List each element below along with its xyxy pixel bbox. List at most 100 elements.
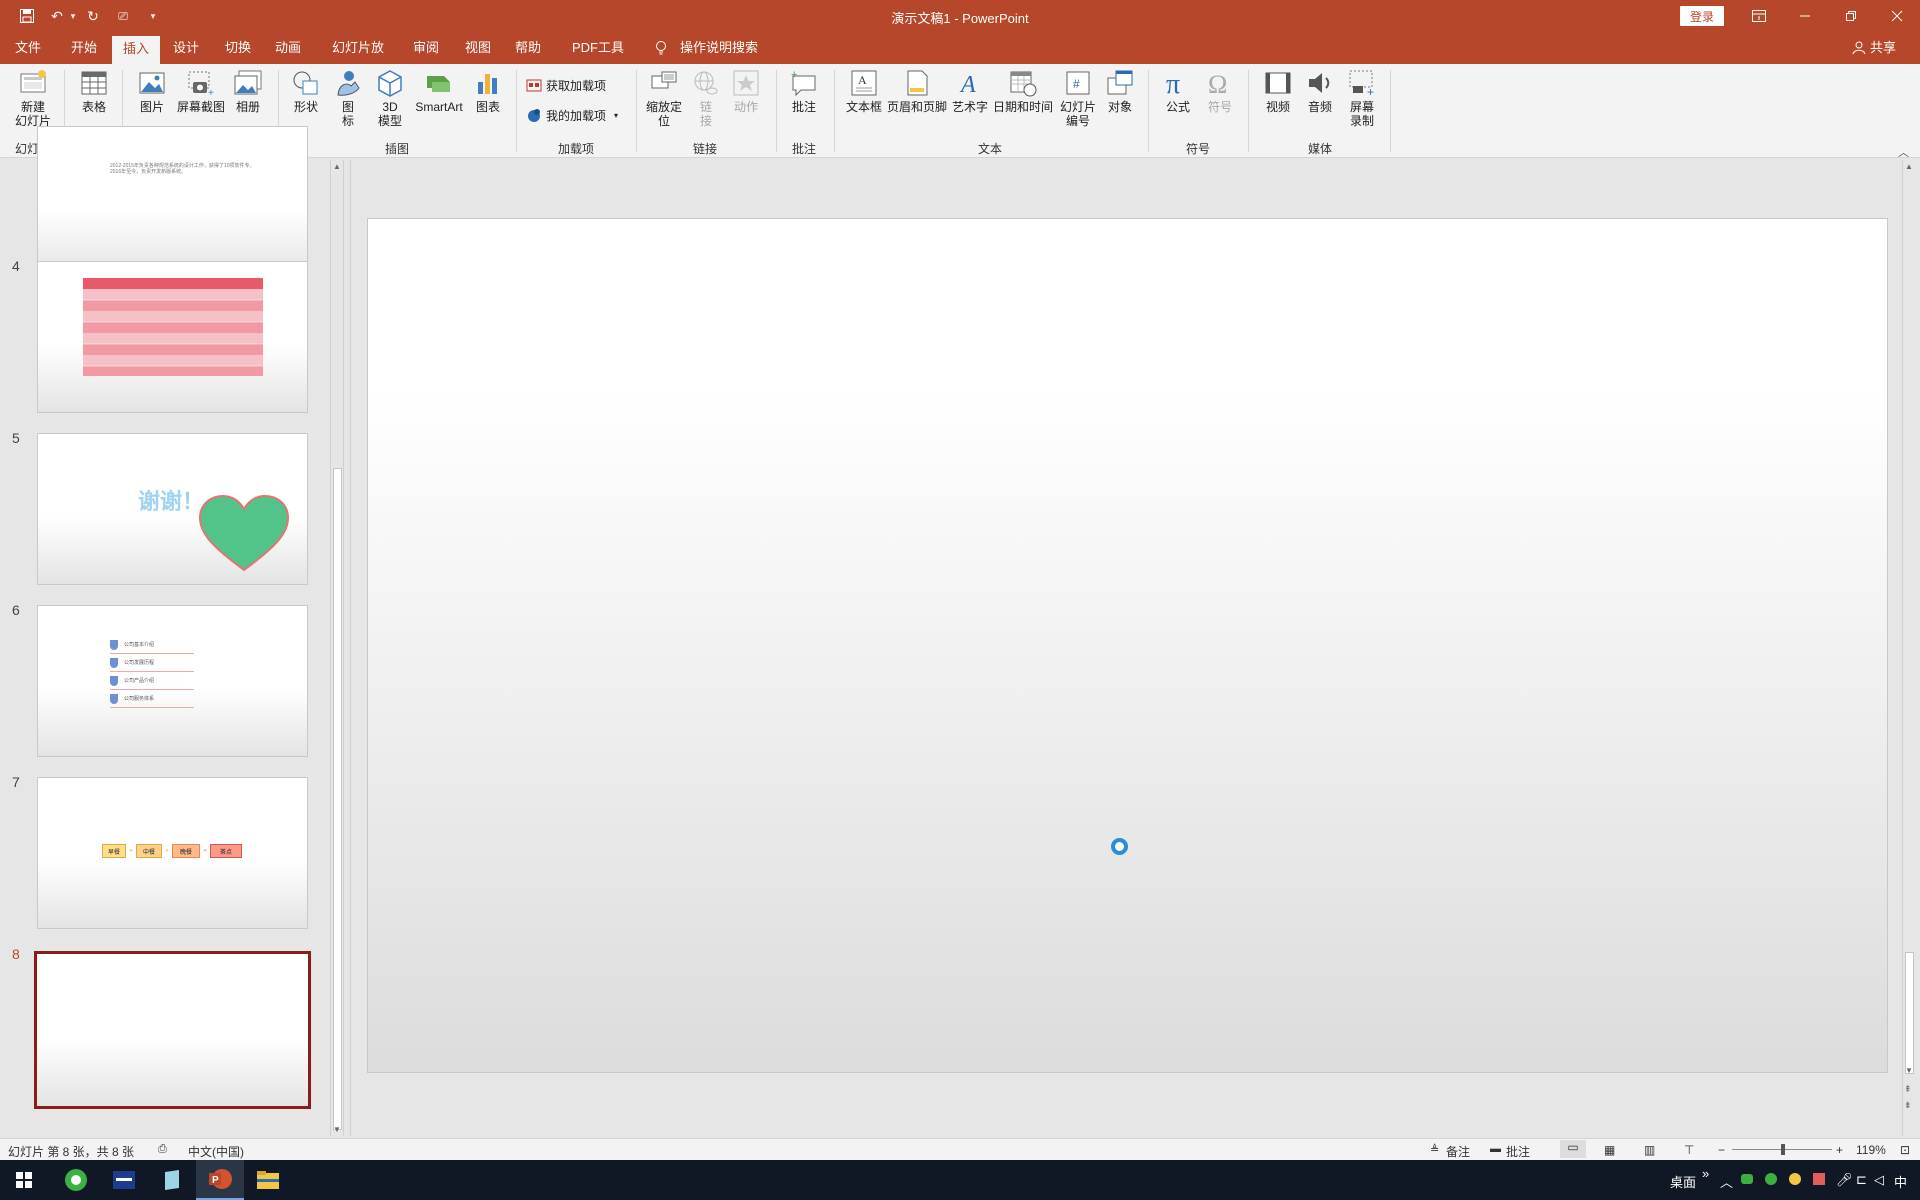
video-button[interactable]: 视频 <box>1262 68 1294 114</box>
tray-app-icon[interactable] <box>1764 1172 1778 1189</box>
action-button[interactable]: 动作 <box>730 68 762 114</box>
minimize-icon[interactable] <box>1782 0 1828 32</box>
language-status[interactable]: 中文(中国) <box>188 1143 244 1160</box>
new-slide-button[interactable]: 新建 幻灯片 <box>10 68 56 128</box>
desktop-toolbar[interactable]: 桌面 <box>1670 1172 1696 1191</box>
tray-app-icon[interactable] <box>1788 1172 1802 1189</box>
redo-icon[interactable]: ↻ <box>82 6 104 26</box>
object-button[interactable]: 对象 <box>1104 68 1136 114</box>
next-slide-icon[interactable]: ⇟ <box>1904 1100 1912 1111</box>
tab-design[interactable]: 设计 <box>170 32 202 64</box>
audio-button[interactable]: 音频 <box>1304 68 1336 114</box>
fit-slide-icon[interactable]: ⊡ <box>1900 1143 1910 1157</box>
undo-dropdown-icon[interactable]: ▾ <box>62 6 84 26</box>
tab-slideshow[interactable]: 幻灯片放映 <box>326 32 390 87</box>
zoom-slider-thumb[interactable] <box>1781 1144 1785 1155</box>
editor-scroll-thumb[interactable] <box>1905 952 1914 1074</box>
tab-home[interactable]: 开始 <box>68 32 100 64</box>
tell-me-search[interactable]: 操作说明搜索 <box>680 32 758 64</box>
slide-thumbnail-3[interactable]: 2012-2015年负责各种规范系统的设计工作，获得了10项软件专。2016年至… <box>37 126 308 278</box>
slideshow-icon[interactable]: ⊤ <box>1684 1143 1694 1157</box>
picture-button[interactable]: 图片 <box>136 68 168 114</box>
tab-pdf-tools[interactable]: PDF工具集 <box>566 32 630 87</box>
smartart-button[interactable]: SmartArt <box>412 68 466 114</box>
symbol-button[interactable]: Ω 符号 <box>1204 68 1236 114</box>
scroll-up-icon[interactable]: ▲ <box>333 162 341 171</box>
normal-view-icon[interactable]: ▭ <box>1560 1140 1586 1158</box>
tab-file[interactable]: 文件 <box>12 32 44 64</box>
toolbar-expand-icon[interactable]: » <box>1702 1166 1709 1181</box>
scroll-down-icon[interactable]: ▼ <box>1905 1066 1913 1075</box>
reading-view-icon[interactable]: ▥ <box>1644 1143 1655 1157</box>
save-icon[interactable] <box>16 6 38 26</box>
slide-thumbnail-8[interactable] <box>34 951 311 1109</box>
slide-thumbnail-7[interactable]: 早餐 » 中餐 » 晚餐 » 茶点 <box>37 777 308 929</box>
collapse-ribbon-icon[interactable]: ︿ <box>1898 144 1909 160</box>
tab-animations[interactable]: 动画 <box>272 32 304 64</box>
chart-button[interactable]: 图表 <box>472 68 504 114</box>
slide-thumbnail-6[interactable]: 公司基本介绍 公司发展历程 公司产品介绍 公司服务体系 <box>37 605 308 757</box>
3d-models-button[interactable]: 3D 模型 <box>374 68 406 128</box>
get-addins-button[interactable]: 获取加载项 <box>526 74 606 96</box>
login-button[interactable]: 登录 <box>1680 6 1724 26</box>
microphone-icon[interactable]: 🎤︎ <box>1836 1172 1853 1188</box>
restore-icon[interactable] <box>1828 0 1874 32</box>
file-explorer-icon[interactable] <box>244 1160 292 1200</box>
zoom-out-icon[interactable]: − <box>1718 1143 1725 1157</box>
input-method-indicator[interactable]: 中 <box>1894 1172 1907 1191</box>
shapes-button[interactable]: 形状 <box>290 68 322 114</box>
zoom-button[interactable]: 缩放定 位 <box>644 68 684 128</box>
notebook-app-icon[interactable] <box>148 1160 196 1200</box>
customize-quick-access-icon[interactable]: ▾ <box>142 6 164 26</box>
tab-view[interactable]: 视图 <box>462 32 494 64</box>
textbox-button[interactable]: A 文本框 <box>842 68 886 114</box>
date-time-button[interactable]: 日期和时间 <box>992 68 1054 114</box>
close-icon[interactable] <box>1874 0 1920 32</box>
tab-review[interactable]: 审阅 <box>410 32 442 64</box>
my-addins-button[interactable]: 我的加载项 ▾ <box>526 104 618 126</box>
tab-help[interactable]: 帮助 <box>512 32 544 64</box>
tab-insert[interactable]: 插入 <box>112 36 160 64</box>
photo-album-button[interactable]: 相册 <box>232 68 264 114</box>
windows-taskbar: P 桌面 » ︿ 🎤︎ ⊏ ◁ 中 <box>0 1160 1920 1200</box>
current-slide-canvas[interactable] <box>367 218 1888 1073</box>
screenshot-button[interactable]: + 屏幕截图 <box>176 68 226 114</box>
equation-button[interactable]: π 公式 <box>1162 68 1194 114</box>
browser-app-icon[interactable] <box>52 1160 100 1200</box>
tray-app-icon[interactable] <box>1812 1172 1826 1189</box>
share-button[interactable]: 共享 <box>1870 32 1896 64</box>
link-button[interactable]: 链 接 <box>690 68 722 128</box>
zoom-in-icon[interactable]: + <box>1836 1143 1843 1157</box>
from-beginning-icon[interactable]: ⎚ <box>112 6 134 26</box>
icons-button[interactable]: 图 标 <box>334 68 362 128</box>
accessibility-icon[interactable]: ⎙ <box>158 1143 167 1156</box>
previous-slide-icon[interactable]: ⇞ <box>1904 1084 1912 1095</box>
app-icon[interactable] <box>100 1160 148 1200</box>
slide-number-button[interactable]: # 幻灯片 编号 <box>1058 68 1098 128</box>
scroll-down-icon[interactable]: ▼ <box>333 1125 341 1134</box>
show-hidden-icons[interactable]: ︿ <box>1720 1172 1733 1191</box>
tray-app-icon[interactable] <box>1740 1172 1754 1189</box>
slide-thumbnail-panel[interactable]: 2012-2015年负责各种规范系统的设计工作，获得了10项软件专。2016年至… <box>0 126 328 1138</box>
volume-icon[interactable]: ◁ <box>1874 1172 1884 1188</box>
scroll-up-icon[interactable]: ▲ <box>1905 162 1913 171</box>
wordart-button[interactable]: A 艺术字 <box>952 68 988 114</box>
tab-transitions[interactable]: 切换 <box>222 32 254 64</box>
editor-scrollbar[interactable]: ▲ ▼ ⇞ ⇟ <box>1902 160 1916 1136</box>
slide-sorter-icon[interactable]: ▦ <box>1604 1143 1615 1157</box>
comment-button[interactable]: + 批注 <box>788 68 820 114</box>
network-icon[interactable]: ⊏ <box>1856 1172 1867 1188</box>
header-footer-button[interactable]: 页眉和页脚 <box>886 68 948 114</box>
powerpoint-app-icon[interactable]: P <box>196 1160 244 1200</box>
table-button[interactable]: 表格 <box>78 68 110 114</box>
thumbnail-panel-scroll-thumb[interactable] <box>333 468 342 1130</box>
comments-button[interactable]: 批注 <box>1506 1143 1530 1160</box>
windows-start-icon[interactable] <box>0 1160 48 1200</box>
notes-button[interactable]: 备注 <box>1446 1143 1470 1160</box>
screen-recording-button[interactable]: + 屏幕 录制 <box>1346 68 1378 128</box>
slide-thumbnail-5[interactable]: 谢谢！ <box>37 433 308 585</box>
zoom-level[interactable]: 119% <box>1856 1143 1886 1157</box>
ribbon-display-options-icon[interactable] <box>1736 0 1782 32</box>
slide-thumbnail-4[interactable] <box>37 261 308 413</box>
thumbnail-panel-scrollbar[interactable]: ▲ ▼ <box>330 160 344 1136</box>
